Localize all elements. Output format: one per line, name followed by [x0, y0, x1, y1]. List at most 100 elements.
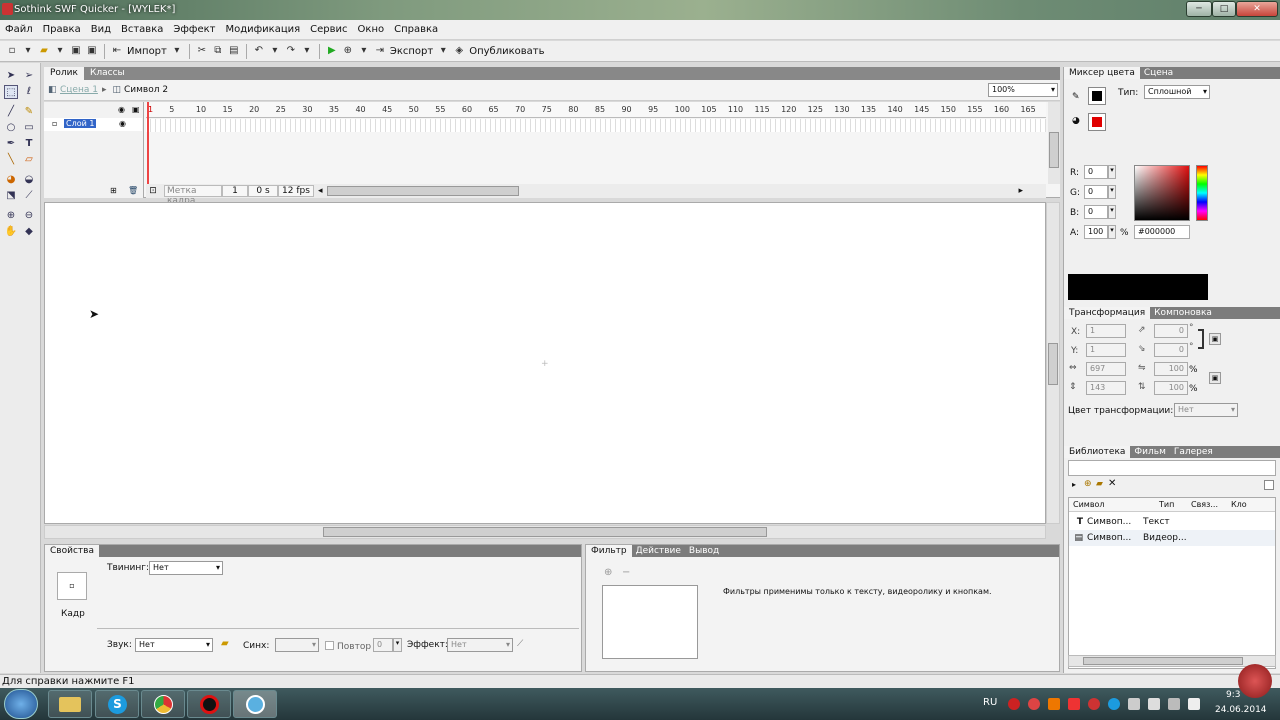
y-input[interactable]: 1: [1086, 343, 1126, 357]
taskbar-recorder[interactable]: [187, 690, 231, 718]
tray-app-icon[interactable]: [1048, 698, 1060, 710]
redo-icon[interactable]: ↷: [284, 42, 298, 60]
scroll-right-icon[interactable]: ▸: [1019, 186, 1024, 196]
tab-layout[interactable]: Компоновка: [1150, 307, 1216, 319]
save-icon[interactable]: ▣: [69, 42, 83, 60]
menu-view[interactable]: Вид: [86, 20, 116, 40]
ink-bottle-icon[interactable]: ◒: [22, 173, 36, 187]
language-indicator[interactable]: RU: [983, 697, 997, 708]
rectangle-tool-icon[interactable]: ▭: [22, 121, 36, 135]
scroll-thumb[interactable]: [1083, 657, 1243, 665]
scale-h-input[interactable]: 100: [1154, 381, 1188, 395]
eye-icon[interactable]: ◉: [119, 119, 126, 128]
minimize-button[interactable]: ─: [1186, 1, 1212, 17]
clock-time[interactable]: 9:3: [1226, 690, 1240, 700]
start-button[interactable]: [4, 689, 38, 719]
new-symbol-icon[interactable]: ⊕: [1084, 479, 1092, 489]
stepper-icon[interactable]: ▾: [1108, 165, 1116, 179]
hue-slider[interactable]: [1196, 165, 1208, 221]
tab-properties[interactable]: Свойства: [45, 545, 99, 557]
folder-icon[interactable]: ▰: [221, 638, 229, 649]
alpha-input[interactable]: 100: [1084, 225, 1108, 239]
brush-tool-icon[interactable]: ╲: [4, 153, 18, 167]
col-symbol[interactable]: Символ: [1069, 500, 1157, 509]
r-input[interactable]: 0: [1084, 165, 1108, 179]
width-input[interactable]: 697: [1086, 362, 1126, 376]
stroke-swatch[interactable]: [1088, 87, 1106, 105]
paste-icon[interactable]: ▤: [227, 42, 241, 60]
lock-ratio-icon[interactable]: ▣: [1209, 333, 1221, 345]
lock-scale-icon[interactable]: ▣: [1209, 372, 1221, 384]
zoom-in-icon[interactable]: ⊕: [4, 209, 18, 223]
taskbar-explorer[interactable]: [48, 690, 92, 718]
hex-input[interactable]: #000000: [1134, 225, 1190, 239]
tray-app-icon[interactable]: [1028, 698, 1040, 710]
eraser-tool-icon[interactable]: ▱: [22, 153, 36, 167]
tab-output[interactable]: Вывод: [685, 545, 723, 557]
tray-volume-icon[interactable]: [1168, 698, 1180, 710]
tab-gallery[interactable]: Галерея: [1170, 446, 1217, 458]
scroll-thumb[interactable]: [1049, 132, 1059, 168]
stepper-icon[interactable]: ▾: [393, 638, 402, 652]
copy-icon[interactable]: ⧉: [211, 42, 225, 60]
tray-antivirus-icon[interactable]: [1068, 698, 1080, 710]
library-hscroll[interactable]: [1068, 655, 1276, 667]
edit-envelope-icon[interactable]: ⟋: [517, 639, 523, 649]
g-input[interactable]: 0: [1084, 185, 1108, 199]
new-folder-icon[interactable]: ▰: [1096, 479, 1103, 489]
frame-label-field[interactable]: Метка кадра: [164, 185, 222, 206]
tab-library[interactable]: Библиотека: [1064, 446, 1131, 458]
stepper-icon[interactable]: ▾: [1108, 205, 1116, 219]
eye-icon[interactable]: ◉: [118, 105, 125, 114]
chevron-down-icon[interactable]: ▾: [436, 42, 450, 60]
scroll-thumb[interactable]: [323, 527, 767, 537]
scene-link[interactable]: Сцена 1: [60, 85, 98, 95]
layer-row[interactable]: ▫ Слой 1 ◉: [44, 118, 142, 131]
scroll-thumb[interactable]: [1048, 343, 1058, 385]
fill-tool-icon[interactable]: ◕: [4, 173, 18, 187]
scale-w-input[interactable]: 100: [1154, 362, 1188, 376]
chevron-down-icon[interactable]: ▾: [268, 42, 282, 60]
tray-skype-icon[interactable]: [1108, 698, 1120, 710]
line-tool-icon[interactable]: ╱: [4, 105, 18, 119]
chevron-down-icon[interactable]: ▾: [357, 42, 371, 60]
preview-icon[interactable]: ⊕: [341, 42, 355, 60]
frame-ruler[interactable]: 1 5 10 15 20 25 30 35 40 45 50 55 60 65 70 75 80 85 90 95 10…: [146, 102, 1046, 118]
lock-icon[interactable]: ▣: [132, 105, 140, 114]
chevron-down-icon[interactable]: ▾: [300, 42, 314, 60]
import-icon[interactable]: ⇤: [110, 42, 124, 60]
publish-button[interactable]: Опубликовать: [467, 46, 546, 57]
lock-icon[interactable]: ◆: [22, 225, 36, 239]
subselect-tool-icon[interactable]: ➢: [22, 69, 36, 83]
ellipse-tool-icon[interactable]: ○: [4, 121, 18, 135]
stepper-icon[interactable]: ▾: [1108, 225, 1116, 239]
chevron-down-icon[interactable]: ▾: [170, 42, 184, 60]
timeline-vscroll[interactable]: [1048, 102, 1060, 184]
menu-help[interactable]: Справка: [389, 20, 443, 40]
library-row[interactable]: ▤ Симвоп... Видеор...: [1069, 530, 1275, 546]
publish-icon[interactable]: ◈: [452, 42, 466, 60]
library-row[interactable]: T Симвоп... Текст: [1069, 514, 1275, 530]
chevron-down-icon[interactable]: ▾: [53, 42, 67, 60]
menu-modify[interactable]: Модификация: [220, 20, 305, 40]
tray-app-icon[interactable]: [1128, 698, 1140, 710]
hand-tool-icon[interactable]: ✋: [4, 225, 18, 239]
layer-name[interactable]: Слой 1: [64, 119, 97, 128]
filter-list[interactable]: [602, 585, 698, 659]
text-tool-icon[interactable]: T: [22, 137, 36, 151]
skew-v-input[interactable]: 0: [1154, 343, 1188, 357]
library-options-icon[interactable]: [1264, 480, 1274, 490]
pen-tool-icon[interactable]: ✒: [4, 137, 18, 151]
delete-layer-icon[interactable]: 🗑: [128, 186, 138, 195]
color-picker-field[interactable]: [1134, 165, 1190, 221]
taskbar-swfquicker[interactable]: [233, 690, 277, 718]
sync-select[interactable]: [275, 638, 319, 652]
maximize-button[interactable]: □: [1212, 1, 1236, 17]
menu-file[interactable]: Файл: [0, 20, 38, 40]
save-all-icon[interactable]: ▣: [85, 42, 99, 60]
export-button[interactable]: Экспорт: [388, 46, 435, 57]
cut-icon[interactable]: ✂: [195, 42, 209, 60]
tab-filter[interactable]: Фильтр: [586, 545, 632, 557]
height-input[interactable]: 143: [1086, 381, 1126, 395]
tab-movie[interactable]: Ролик: [44, 67, 84, 80]
